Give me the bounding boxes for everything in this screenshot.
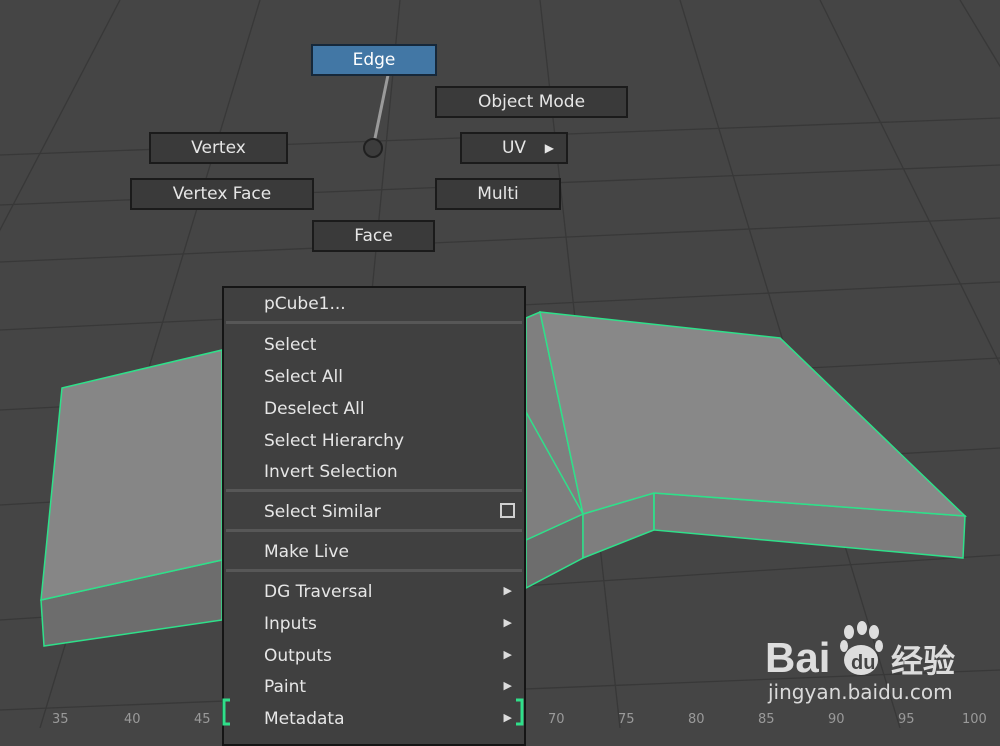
timeline-range-end-icon[interactable]: [514, 698, 524, 726]
menu-divider: [226, 569, 522, 572]
menu-item-metadata[interactable]: Metadata: [264, 708, 345, 730]
svg-text:Bai: Bai: [765, 634, 830, 680]
marking-menu-vertex-face[interactable]: Vertex Face: [130, 178, 314, 210]
menu-item-select[interactable]: Select: [264, 334, 316, 356]
submenu-arrow-icon: ▶: [503, 616, 512, 629]
edge-label: Edge: [352, 50, 396, 70]
context-menu: pCube1... Select Select All Deselect All…: [222, 286, 526, 746]
menu-item-invert-selection[interactable]: Invert Selection: [264, 461, 398, 483]
marking-menu-face[interactable]: Face: [312, 220, 435, 252]
marking-menu-multi[interactable]: Multi: [435, 178, 561, 210]
face-label: Face: [354, 226, 393, 246]
vertex-label: Vertex: [191, 138, 246, 158]
submenu-arrow-icon: ▶: [544, 141, 554, 155]
timeline-tick: 90: [828, 712, 845, 727]
submenu-arrow-icon: ▶: [503, 584, 512, 597]
multi-label: Multi: [477, 184, 519, 204]
menu-item-inputs[interactable]: Inputs: [264, 613, 317, 635]
menu-divider: [226, 321, 522, 324]
marking-menu-uv[interactable]: UV ▶: [460, 132, 568, 164]
timeline-tick: 80: [688, 712, 705, 727]
uv-label: UV: [501, 138, 527, 158]
context-menu-title[interactable]: pCube1...: [264, 294, 346, 314]
timeline-tick: 40: [124, 712, 141, 727]
option-box-icon[interactable]: [500, 503, 515, 518]
menu-item-make-live[interactable]: Make Live: [264, 541, 349, 563]
menu-divider: [226, 489, 522, 492]
timeline-tick: 85: [758, 712, 775, 727]
svg-text:经验: 经验: [891, 642, 955, 680]
marking-menu-object-mode[interactable]: Object Mode: [435, 86, 628, 118]
menu-item-select-all[interactable]: Select All: [264, 366, 343, 388]
submenu-arrow-icon: ▶: [503, 679, 512, 692]
menu-item-select-similar[interactable]: Select Similar: [264, 501, 381, 523]
timeline-tick: 45: [194, 712, 211, 727]
vertex-face-label: Vertex Face: [172, 184, 272, 204]
menu-item-deselect-all[interactable]: Deselect All: [264, 398, 365, 420]
submenu-arrow-icon: ▶: [503, 648, 512, 661]
menu-item-paint[interactable]: Paint: [264, 676, 306, 698]
timeline-tick: 95: [898, 712, 915, 727]
timeline-tick: 100: [962, 712, 987, 727]
watermark-url: jingyan.baidu.com: [768, 680, 953, 704]
menu-divider: [226, 529, 522, 532]
menu-item-dg-traversal[interactable]: DG Traversal: [264, 581, 372, 603]
menu-item-outputs[interactable]: Outputs: [264, 645, 332, 667]
submenu-arrow-icon: ▶: [503, 711, 512, 724]
baidu-jingyan-logo: Bai 经验 du: [765, 621, 955, 680]
marking-menu-vertex[interactable]: Vertex: [149, 132, 288, 164]
svg-text:du: du: [851, 652, 875, 674]
timeline-tick: 35: [52, 712, 69, 727]
timeline-tick: 70: [548, 712, 565, 727]
menu-item-select-hierarchy[interactable]: Select Hierarchy: [264, 430, 404, 452]
timeline-range-start-icon[interactable]: [222, 698, 232, 726]
marking-menu-edge[interactable]: Edge: [311, 44, 437, 76]
timeline-tick: 75: [618, 712, 635, 727]
object-mode-label: Object Mode: [477, 92, 586, 112]
